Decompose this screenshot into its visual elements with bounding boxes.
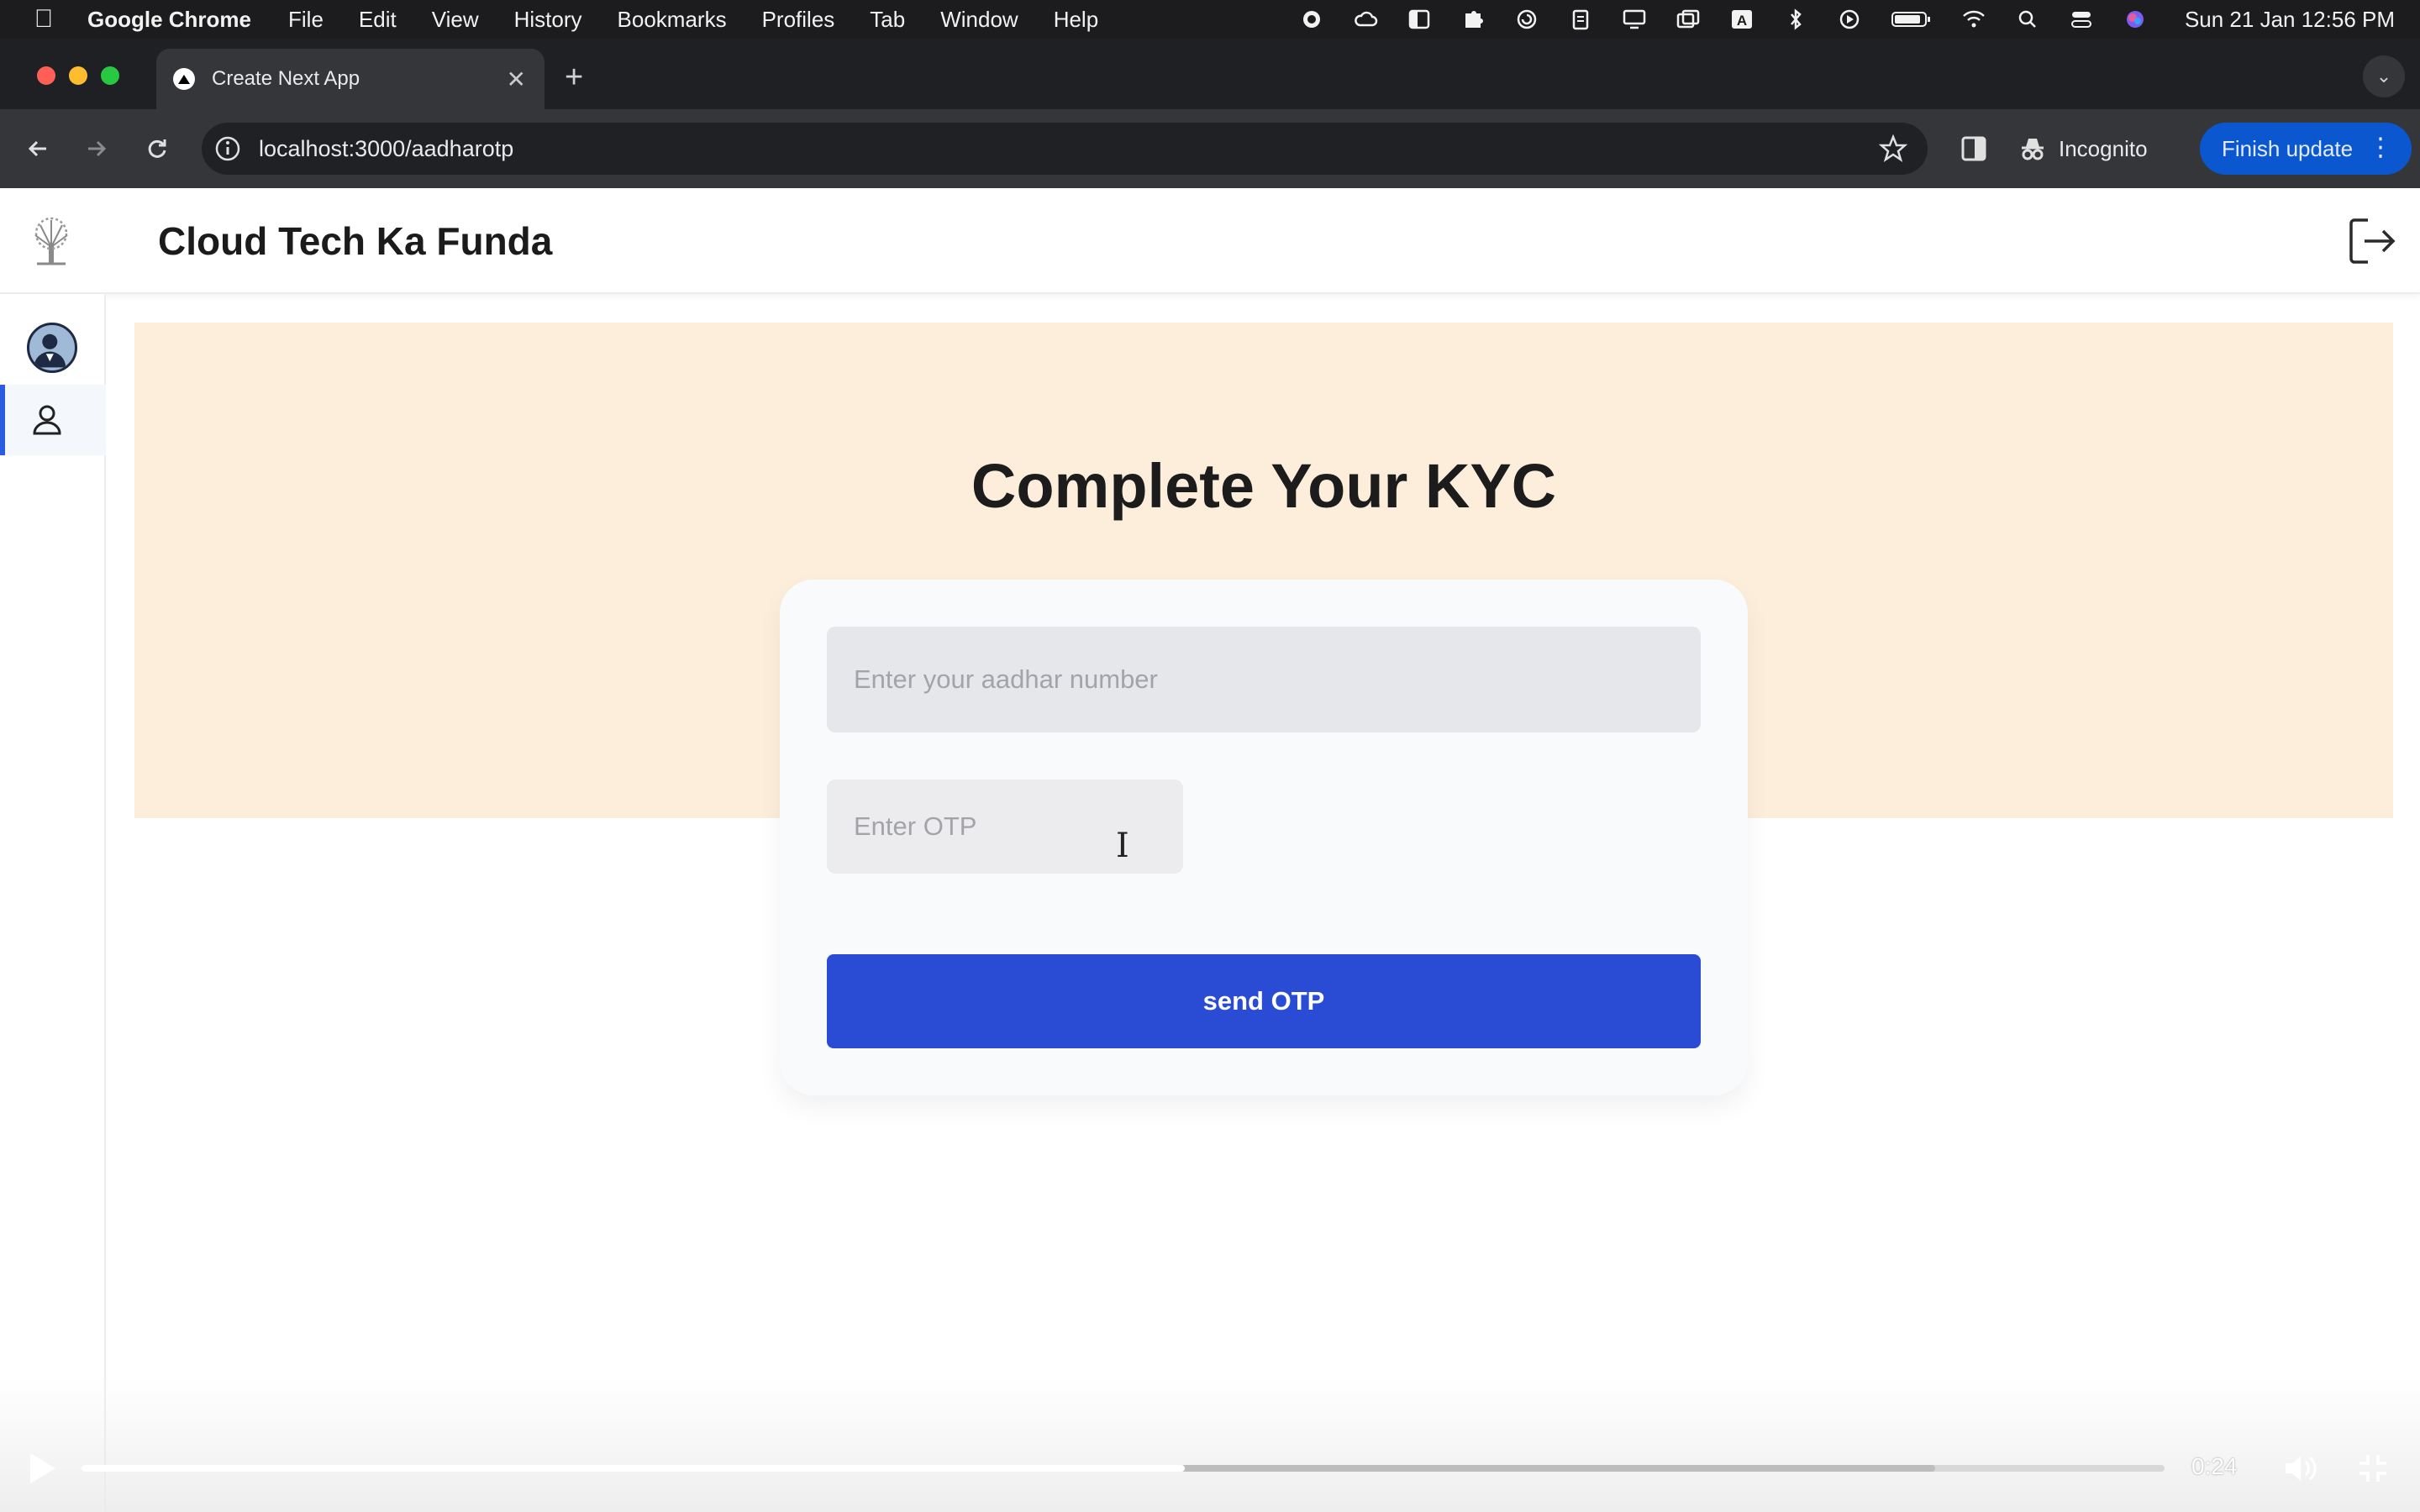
record-icon[interactable] — [1299, 8, 1324, 30]
menu-help[interactable]: Help — [1054, 7, 1098, 33]
new-tab-icon[interactable]: + — [565, 60, 583, 94]
menu-window[interactable]: Window — [940, 7, 1018, 33]
tree-logo-icon[interactable] — [24, 213, 79, 269]
windows-icon[interactable] — [1676, 8, 1701, 30]
brand-title[interactable]: Cloud Tech Ka Funda — [158, 218, 552, 264]
video-progress-bar[interactable] — [81, 1465, 2165, 1472]
play-circle-icon[interactable] — [1837, 8, 1862, 30]
menu-bookmarks[interactable]: Bookmarks — [618, 7, 727, 33]
puzzle-icon[interactable] — [1460, 8, 1486, 30]
a-box-icon[interactable]: A — [1729, 8, 1754, 30]
page-title: Complete Your KYC — [971, 451, 1557, 521]
video-time: 0:24 — [2191, 1453, 2238, 1479]
video-played-bar — [81, 1465, 1186, 1472]
clipboard-icon[interactable] — [1568, 8, 1593, 30]
tab-close-icon[interactable]: ✕ — [507, 66, 526, 93]
sidebar-item-profile[interactable] — [0, 385, 106, 455]
browser-tab-strip: Create Next App ✕ + ⌄ — [0, 39, 2420, 109]
finish-update-label: Finish update — [2222, 135, 2354, 161]
apple-icon[interactable]:  — [18, 5, 69, 34]
menu-history[interactable]: History — [514, 7, 582, 33]
menubar-clock[interactable]: Sun 21 Jan 12:56 PM — [2185, 7, 2395, 33]
text-cursor-icon: I — [1116, 827, 1129, 865]
logout-icon[interactable] — [2346, 215, 2398, 267]
back-arrow-icon[interactable] — [20, 131, 55, 166]
tab-title: Create Next App — [212, 67, 360, 90]
browser-toolbar: localhost:3000/aadharotp Incognito Finis… — [0, 109, 2420, 188]
active-indicator — [0, 385, 5, 455]
refresh-circle-icon[interactable] — [1514, 8, 1539, 30]
address-bar[interactable]: localhost:3000/aadharotp — [202, 123, 1928, 175]
play-icon[interactable] — [27, 1452, 57, 1485]
browser-tab[interactable]: Create Next App ✕ — [156, 49, 544, 109]
menu-tab[interactable]: Tab — [870, 7, 905, 33]
more-vert-icon[interactable]: ⋮ — [2368, 133, 2393, 162]
zoom-window-button[interactable] — [101, 66, 119, 85]
url-text[interactable]: localhost:3000/aadharotp — [259, 136, 513, 162]
video-controls-bar — [0, 1378, 2420, 1512]
kyc-form-card: I send OTP — [780, 580, 1748, 1095]
otp-input[interactable] — [827, 780, 1183, 874]
control-center-icon[interactable] — [2069, 8, 2094, 30]
cloud-icon[interactable] — [1353, 8, 1378, 30]
forward-arrow-icon[interactable] — [79, 131, 114, 166]
user-avatar[interactable] — [27, 323, 77, 373]
wifi-icon[interactable] — [1961, 8, 1986, 30]
menu-app-name[interactable]: Google Chrome — [87, 7, 251, 33]
app-header: Cloud Tech Ka Funda — [0, 188, 2420, 294]
nextjs-favicon-icon — [173, 68, 195, 90]
user-icon — [33, 405, 61, 435]
site-info-icon[interactable] — [213, 134, 242, 163]
tab-search-chevron-icon[interactable]: ⌄ — [2363, 55, 2405, 97]
bluetooth-icon[interactable] — [1783, 8, 1808, 30]
menu-file[interactable]: File — [288, 7, 324, 33]
incognito-icon — [2022, 139, 2044, 160]
bookmark-star-icon[interactable] — [1879, 134, 1907, 163]
macos-menu-bar:  Google Chrome File Edit View History B… — [0, 0, 2420, 39]
incognito-indicator[interactable]: Incognito — [2018, 128, 2148, 170]
search-icon[interactable] — [2015, 8, 2040, 30]
volume-icon[interactable] — [2282, 1450, 2319, 1487]
close-window-button[interactable] — [37, 66, 55, 85]
menu-profiles[interactable]: Profiles — [762, 7, 835, 33]
reload-icon[interactable] — [139, 131, 175, 166]
aadhar-number-input[interactable] — [827, 627, 1701, 732]
status-area: A Sun 21 Jan 12:56 PM — [1299, 0, 2395, 39]
display-icon[interactable] — [1622, 8, 1647, 30]
incognito-label: Incognito — [2059, 135, 2148, 161]
side-panel-icon[interactable] — [1958, 133, 1990, 165]
menu-edit[interactable]: Edit — [359, 7, 397, 33]
sidebar-icon[interactable] — [1407, 8, 1432, 30]
minimize-window-button[interactable] — [69, 66, 87, 85]
send-otp-button[interactable]: send OTP — [827, 954, 1701, 1048]
siri-icon[interactable] — [2123, 8, 2148, 30]
svg-text:A: A — [1737, 13, 1747, 29]
menu-view[interactable]: View — [432, 7, 479, 33]
finish-update-button[interactable]: Finish update ⋮ — [2200, 123, 2412, 175]
battery-icon[interactable] — [1891, 8, 1933, 30]
exit-fullscreen-icon[interactable] — [2356, 1452, 2390, 1485]
